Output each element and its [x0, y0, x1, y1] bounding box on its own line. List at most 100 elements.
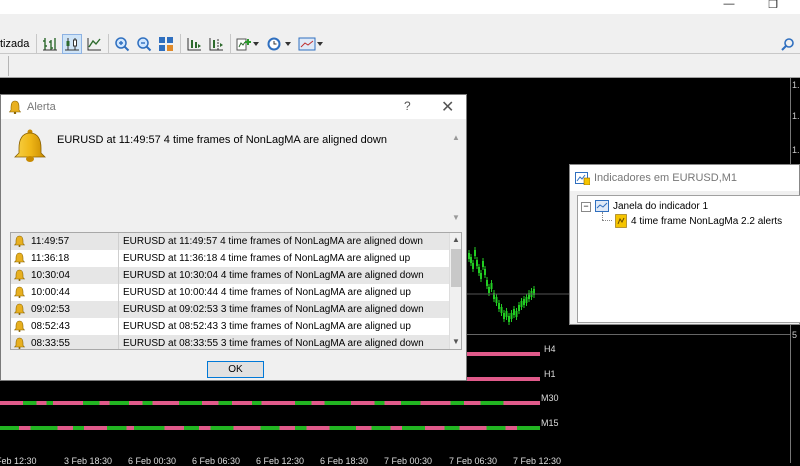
chevron-down-icon[interactable]: [285, 42, 291, 46]
alert-title: Alerta: [27, 101, 56, 113]
help-button[interactable]: ?: [404, 99, 411, 113]
line-chart-button[interactable]: [84, 34, 104, 54]
row-message: EURUSD at 10:30:04 4 time frames of NonL…: [123, 270, 424, 281]
chevron-up-icon[interactable]: ▲: [452, 235, 460, 244]
autoscroll-button[interactable]: [184, 34, 204, 54]
table-row[interactable]: 11:49:57 EURUSD at 11:49:57 4 time frames…: [11, 233, 449, 250]
scroll-thumb[interactable]: [451, 249, 461, 287]
indicator-tree[interactable]: − Janela do indicador 1 4 time frame Non…: [577, 195, 800, 323]
row-time: 10:30:04: [31, 270, 70, 281]
table-row[interactable]: 08:52:43 EURUSD at 08:52:43 3 time frames…: [11, 318, 449, 335]
candle-body: [520, 301, 523, 307]
line-chart-icon: [87, 38, 101, 51]
table-row[interactable]: 10:30:04 EURUSD at 10:30:04 4 time frames…: [11, 267, 449, 284]
bar-chart-icon: [43, 38, 57, 51]
close-button[interactable]: ✕: [441, 97, 454, 117]
table-row[interactable]: 10:00:44 EURUSD at 10:00:44 4 time frames…: [11, 284, 449, 301]
collapse-icon[interactable]: −: [581, 202, 591, 212]
column-divider: [118, 335, 119, 349]
alert-history-list[interactable]: 11:49:57 EURUSD at 11:49:57 4 time frames…: [10, 232, 462, 350]
window-title-strip: — ❐: [0, 0, 800, 14]
toolbar-separator: [230, 34, 231, 54]
candle-body: [525, 297, 528, 303]
time-axis-label: 7 Feb 00:30: [384, 456, 433, 466]
ok-button[interactable]: OK: [207, 361, 264, 378]
tf-bar-h4: [466, 352, 540, 356]
chart-shift-button[interactable]: [206, 34, 226, 54]
candle-body: [500, 307, 503, 313]
column-divider: [118, 301, 119, 318]
table-row[interactable]: 08:33:55 EURUSD at 08:33:55 3 time frames…: [11, 335, 449, 349]
candle-body: [490, 283, 493, 289]
candle-body: [503, 313, 505, 319]
chevron-down-icon[interactable]: ▼: [452, 213, 460, 222]
chevron-up-icon[interactable]: ▲: [452, 133, 460, 142]
candle-body: [523, 299, 525, 305]
candle-body: [470, 257, 472, 263]
list-scrollbar[interactable]: ▲ ▼: [449, 233, 461, 349]
chevron-down-icon[interactable]: [317, 42, 323, 46]
candlestick-button[interactable]: [62, 34, 82, 54]
tree-node-indicator[interactable]: 4 time frame NonLagMa 2.2 alerts: [631, 216, 782, 227]
search-button[interactable]: [778, 34, 798, 54]
indicators-button[interactable]: [234, 34, 254, 54]
price-tick: 1.: [792, 80, 800, 90]
row-message: EURUSD at 10:00:44 4 time frames of NonL…: [123, 287, 411, 298]
bell-icon: [13, 286, 26, 301]
time-axis-label: 3 Feb 18:30: [64, 456, 113, 466]
candle-body: [484, 269, 486, 275]
periods-button[interactable]: [264, 34, 284, 54]
column-divider: [118, 250, 119, 267]
bell-icon: [13, 320, 26, 335]
column-divider: [118, 318, 119, 335]
time-axis-label: 6 Feb 18:30: [320, 456, 369, 466]
row-time: 08:33:55: [31, 338, 70, 349]
chart-tab-strip: [0, 54, 800, 78]
zoom-out-button[interactable]: [134, 34, 154, 54]
indicator-list-icon: [575, 172, 590, 185]
indicators-window: Indicadores em EURUSD,M1 − Janela do ind…: [569, 164, 800, 325]
minimize-icon[interactable]: —: [722, 0, 736, 10]
alert-title-bar[interactable]: Alerta ? ✕: [1, 95, 466, 119]
chevron-down-icon[interactable]: ▼: [452, 337, 460, 346]
templates-button[interactable]: [297, 34, 317, 54]
column-divider: [118, 284, 119, 301]
candle-body: [480, 273, 482, 279]
tile-windows-button[interactable]: [156, 34, 176, 54]
search-icon: [781, 38, 794, 51]
toolbar-separator: [180, 34, 181, 54]
clock-icon: [267, 37, 281, 51]
row-time: 09:02:53: [31, 304, 70, 315]
toolbar-label: tizada: [0, 38, 30, 50]
row-message: EURUSD at 11:49:57 4 time frames of NonL…: [123, 236, 423, 247]
message-scrollbar[interactable]: ▲ ▼: [450, 133, 462, 225]
candle-body: [468, 253, 470, 259]
indicators-title-bar[interactable]: Indicadores em EURUSD,M1: [570, 165, 799, 191]
row-message: EURUSD at 08:52:43 3 time frames of NonL…: [123, 321, 411, 332]
tf-bar-m30: [0, 401, 540, 405]
restore-icon[interactable]: ❐: [766, 0, 780, 11]
tf-label-m15: M15: [541, 418, 559, 428]
indicator-subwindow-separator: [466, 334, 790, 335]
row-time: 11:36:18: [31, 253, 70, 264]
candle-body: [472, 263, 474, 269]
candle-body: [518, 305, 520, 311]
toolbar-separator: [108, 34, 109, 54]
bell-icon: [13, 269, 26, 284]
candle-body: [476, 260, 478, 266]
bar-chart-button[interactable]: [40, 34, 60, 54]
table-row[interactable]: 11:36:18 EURUSD at 11:36:18 4 time frames…: [11, 250, 449, 267]
tree-node-window[interactable]: Janela do indicador 1: [613, 201, 708, 212]
zoom-in-button[interactable]: [112, 34, 132, 54]
table-row[interactable]: 09:02:53 EURUSD at 09:02:53 3 time frames…: [11, 301, 449, 318]
chevron-down-icon[interactable]: [253, 42, 259, 46]
row-message: EURUSD at 08:33:55 3 time frames of NonL…: [123, 338, 424, 349]
row-time: 11:49:57: [31, 236, 70, 247]
candle-body: [513, 309, 515, 315]
chart-shift-icon: [209, 38, 223, 51]
tab-divider: [0, 56, 9, 76]
row-time: 08:52:43: [31, 321, 70, 332]
time-axis-label: 6 Feb 12:30: [256, 456, 305, 466]
bell-icon: [13, 252, 26, 267]
templates-icon: [298, 37, 316, 51]
